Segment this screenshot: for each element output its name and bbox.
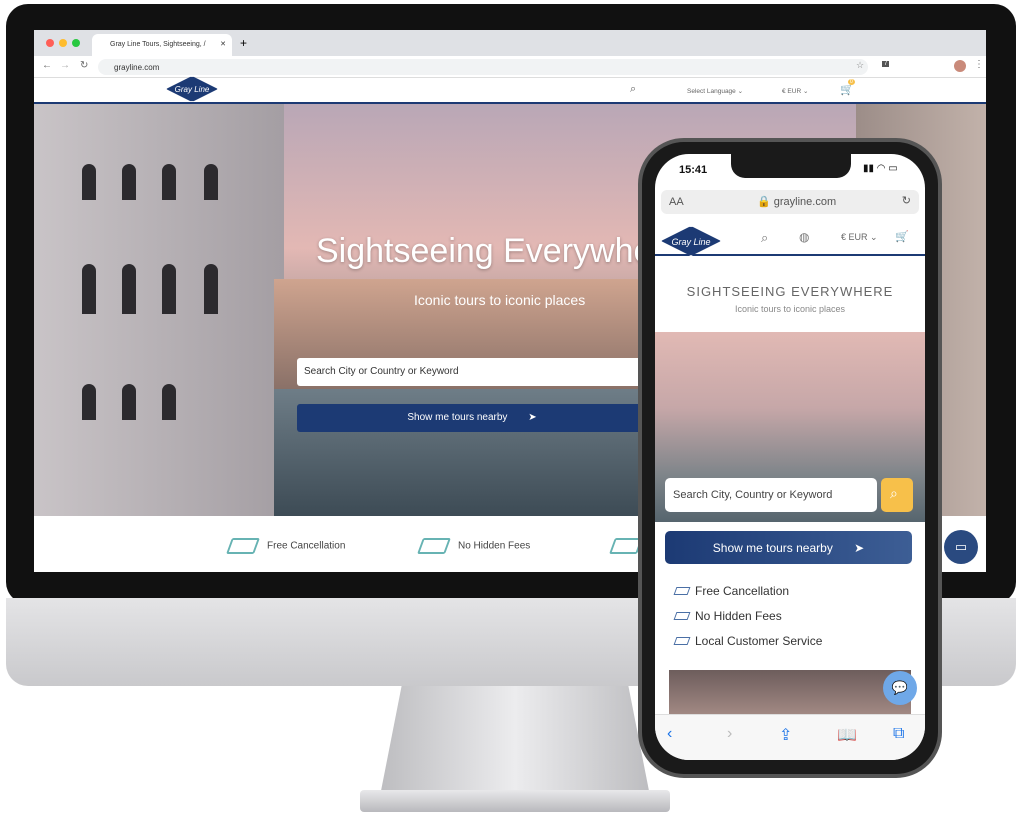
location-arrow-icon: ➤ <box>854 541 865 555</box>
gray-line-logo[interactable]: Gray Line <box>661 226 721 256</box>
status-icons: ▮▮ ◠ ▭ <box>863 163 898 174</box>
check-badge-icon <box>226 538 260 554</box>
address-bar-row: ← → ↻ grayline.com ☆ 7 ⋮ <box>34 56 986 78</box>
reload-icon[interactable]: ↻ <box>902 194 911 207</box>
status-time: 15:41 <box>679 164 708 176</box>
hero-building-left <box>34 104 284 516</box>
feature-label: Free Cancellation <box>695 584 790 598</box>
chat-button[interactable]: ▭ <box>944 530 978 564</box>
check-badge-icon <box>673 612 691 620</box>
button-label: Show me tours nearby <box>407 412 508 423</box>
phone-hero-title: SIGHTSEEING EVERYWHERE <box>686 284 894 299</box>
language-select[interactable]: Select Language ⌄ <box>687 87 743 95</box>
feature-label: Local Customer Service <box>695 634 823 648</box>
feature-free-cancellation: Free Cancellation <box>226 538 346 554</box>
phone-tour-image <box>669 670 911 720</box>
currency-label: € EUR <box>841 232 868 242</box>
show-tours-nearby-button[interactable]: Show me tours nearby ➤ <box>297 404 647 432</box>
search-icon[interactable]: ⌕ <box>630 83 636 96</box>
check-badge-icon <box>673 637 691 645</box>
tab-bar: Gray Line Tours, Sightseeing, / ✕ + <box>34 30 986 56</box>
url-text: grayline.com <box>114 63 160 72</box>
bookmarks-icon[interactable]: 📖 <box>837 725 857 745</box>
phone-chat-button[interactable]: 💬 <box>883 671 917 705</box>
phone-show-tours-nearby-button[interactable]: Show me tours nearby ➤ <box>665 531 912 564</box>
back-icon[interactable]: ← <box>42 60 52 71</box>
hero-subtitle: Iconic tours to iconic places <box>414 292 586 308</box>
forward-icon[interactable]: › <box>727 725 732 743</box>
forward-icon[interactable]: → <box>60 60 70 71</box>
share-icon[interactable]: ⇪ <box>779 725 792 745</box>
logo-text: Gray Line <box>174 85 210 94</box>
bookmark-star-icon[interactable]: ☆ <box>856 60 864 71</box>
search-placeholder: Search City or Country or Keyword <box>304 366 459 377</box>
language-label: Select Language <box>687 88 736 95</box>
minimize-window-icon[interactable] <box>59 39 67 47</box>
text-size-button[interactable]: AA <box>669 196 684 208</box>
hero-title: Sightseeing Everywhere <box>316 232 683 270</box>
logo-text: Gray Line <box>671 237 711 247</box>
search-input[interactable]: Search City or Country or Keyword <box>297 358 647 386</box>
safari-toolbar: ‹ › ⇪ 📖 ⧉ <box>655 714 925 760</box>
currency-select[interactable]: € EUR ⌄ <box>782 87 808 95</box>
monitor-base <box>360 790 670 812</box>
phone-search-input[interactable]: Search City, Country or Keyword <box>665 478 877 512</box>
location-arrow-icon: ➤ <box>528 412 537 423</box>
tab-title: Gray Line Tours, Sightseeing, / <box>110 41 206 48</box>
search-icon: ⌕ <box>890 485 898 501</box>
browser-tab[interactable]: Gray Line Tours, Sightseeing, / ✕ <box>92 34 232 56</box>
new-tab-icon[interactable]: + <box>240 36 247 50</box>
url-field[interactable]: grayline.com <box>98 59 868 75</box>
phone-feature: No Hidden Fees <box>673 609 782 623</box>
feature-no-hidden-fees: No Hidden Fees <box>417 538 531 554</box>
gray-line-logo[interactable]: Gray Line <box>166 76 218 102</box>
cart-icon[interactable]: 🛒 <box>895 230 909 243</box>
profile-avatar[interactable] <box>954 60 966 72</box>
phone-site-header: Gray Line ⌕ ◍ € EUR ⌄ 🛒 <box>655 222 925 256</box>
extension-icon[interactable]: 7 <box>882 61 890 67</box>
back-icon[interactable]: ‹ <box>667 725 672 743</box>
search-placeholder: Search City, Country or Keyword <box>673 489 833 501</box>
phone-search-button[interactable]: ⌕ <box>881 478 913 512</box>
check-badge-icon <box>673 587 691 595</box>
phone-feature: Local Customer Service <box>673 634 823 648</box>
button-label: Show me tours nearby <box>712 541 833 555</box>
tabs-icon[interactable]: ⧉ <box>893 725 904 743</box>
phone-feature: Free Cancellation <box>673 584 790 598</box>
feature-label: No Hidden Fees <box>695 609 782 623</box>
feature-label: Free Cancellation <box>267 540 346 552</box>
check-badge-icon <box>417 538 451 554</box>
currency-label: € EUR <box>782 88 802 95</box>
globe-icon[interactable]: ◍ <box>799 230 809 244</box>
cart-count-badge: 0 <box>848 79 855 85</box>
phone-hero-subtitle: Iconic tours to iconic places <box>734 304 846 314</box>
search-icon[interactable]: ⌕ <box>761 230 768 246</box>
phone-screen: 15:41 ▮▮ ◠ ▭ AA 🔒 grayline.com ↻ Gray Li… <box>655 154 925 760</box>
monitor-stand <box>380 686 650 796</box>
site-header: Gray Line ⌕ Select Language ⌄ € EUR ⌄ 🛒 … <box>34 76 986 104</box>
phone-url: 🔒 grayline.com <box>757 196 837 208</box>
feature-label: No Hidden Fees <box>458 540 531 552</box>
phone-url-text: grayline.com <box>773 196 837 208</box>
close-window-icon[interactable] <box>46 39 54 47</box>
currency-select[interactable]: € EUR ⌄ <box>841 232 878 243</box>
phone-address-bar[interactable]: AA 🔒 grayline.com ↻ <box>661 190 919 214</box>
reload-icon[interactable]: ↻ <box>80 60 88 71</box>
menu-icon[interactable]: ⋮ <box>974 59 984 70</box>
maximize-window-icon[interactable] <box>72 39 80 47</box>
close-tab-icon[interactable]: ✕ <box>220 40 226 48</box>
phone-notch <box>731 154 851 178</box>
